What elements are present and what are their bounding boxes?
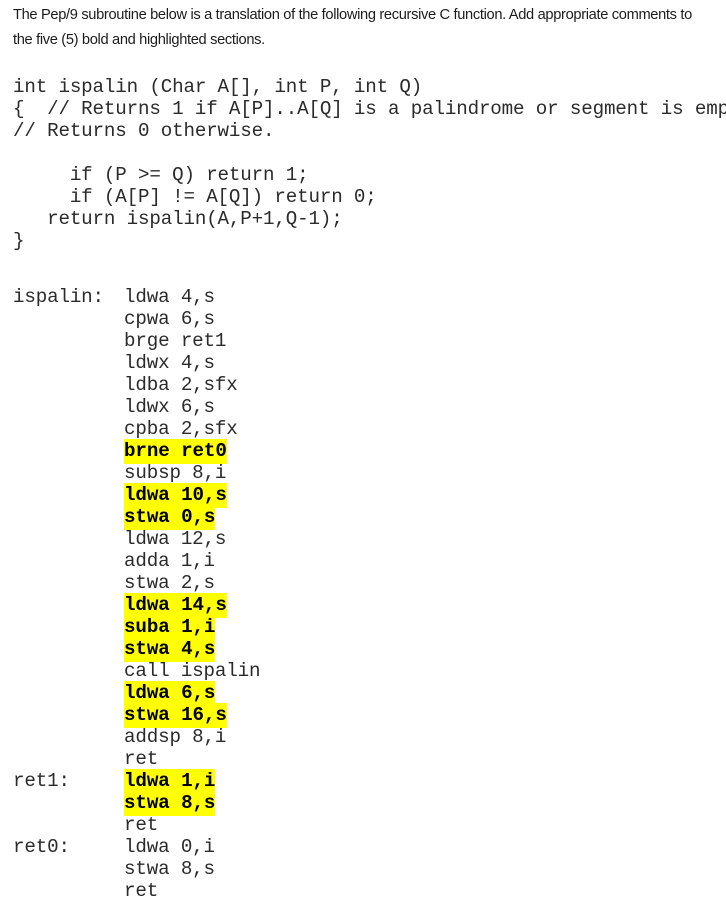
asm-row: ret1: ldwa 1,i xyxy=(13,769,260,794)
asm-row: ldba 2,sfx xyxy=(13,374,260,396)
asm-row: stwa 8,s xyxy=(13,858,260,880)
asm-row: ldwa 10,s xyxy=(13,483,260,508)
c-source-line: int ispalin (Char A[], int P, int Q) xyxy=(13,76,423,98)
c-source-code-block: int ispalin (Char A[], int P, int Q){ //… xyxy=(13,76,726,252)
asm-row: cpwa 6,s xyxy=(13,308,260,330)
c-source-line: // Returns 0 otherwise. xyxy=(13,120,275,142)
asm-label: ret1: xyxy=(13,770,70,792)
asm-instruction: ret xyxy=(124,880,159,902)
asm-row: ldwa 14,s xyxy=(13,593,260,618)
asm-row: ldwa 6,s xyxy=(13,681,260,706)
asm-row: addsp 8,i xyxy=(13,726,260,748)
asm-row: brge ret1 xyxy=(13,330,260,352)
c-source-line: if (P >= Q) return 1; xyxy=(13,164,309,186)
asm-row: brne ret0 xyxy=(13,439,260,464)
asm-row: cpba 2,sfx xyxy=(13,418,260,440)
asm-label: ispalin: xyxy=(13,286,104,308)
asm-row: stwa 0,s xyxy=(13,505,260,530)
asm-row: stwa 16,s xyxy=(13,703,260,728)
asm-row: ldwx 6,s xyxy=(13,396,260,418)
asm-row: adda 1,i xyxy=(13,550,260,572)
asm-row: ret xyxy=(13,814,260,836)
intro-paragraph: The Pep/9 subroutine below is a translat… xyxy=(13,6,692,48)
c-source-line: { // Returns 1 if A[P]..A[Q] is a palind… xyxy=(13,98,726,120)
asm-row: subsp 8,i xyxy=(13,462,260,484)
asm-row: call ispalin xyxy=(13,660,261,682)
asm-row: stwa 4,s xyxy=(13,637,260,662)
asm-row: ldwa 12,s xyxy=(13,528,260,550)
asm-row: stwa 2,s xyxy=(13,572,260,594)
asm-row: ret xyxy=(13,880,260,902)
asm-row: stwa 8,s xyxy=(13,791,260,816)
c-source-line xyxy=(13,142,726,164)
c-source-line: if (A[P] != A[Q]) return 0; xyxy=(13,186,377,208)
c-source-line: return ispalin(A,P+1,Q-1); xyxy=(13,208,343,230)
asm-row: ldwx 4,s xyxy=(13,352,260,374)
asm-row: ret0: ldwa 0,i xyxy=(13,836,260,858)
asm-label: ret0: xyxy=(13,836,70,858)
pep9-assembly-code-block: ispalin: ldwa 4,s cpwa 6,s brge ret1 ldwx 4,… xyxy=(13,286,261,902)
asm-row: ispalin: ldwa 4,s xyxy=(13,286,260,308)
asm-row: suba 1,i xyxy=(13,615,260,640)
asm-row: ret xyxy=(13,748,260,770)
c-source-line: } xyxy=(13,230,25,252)
